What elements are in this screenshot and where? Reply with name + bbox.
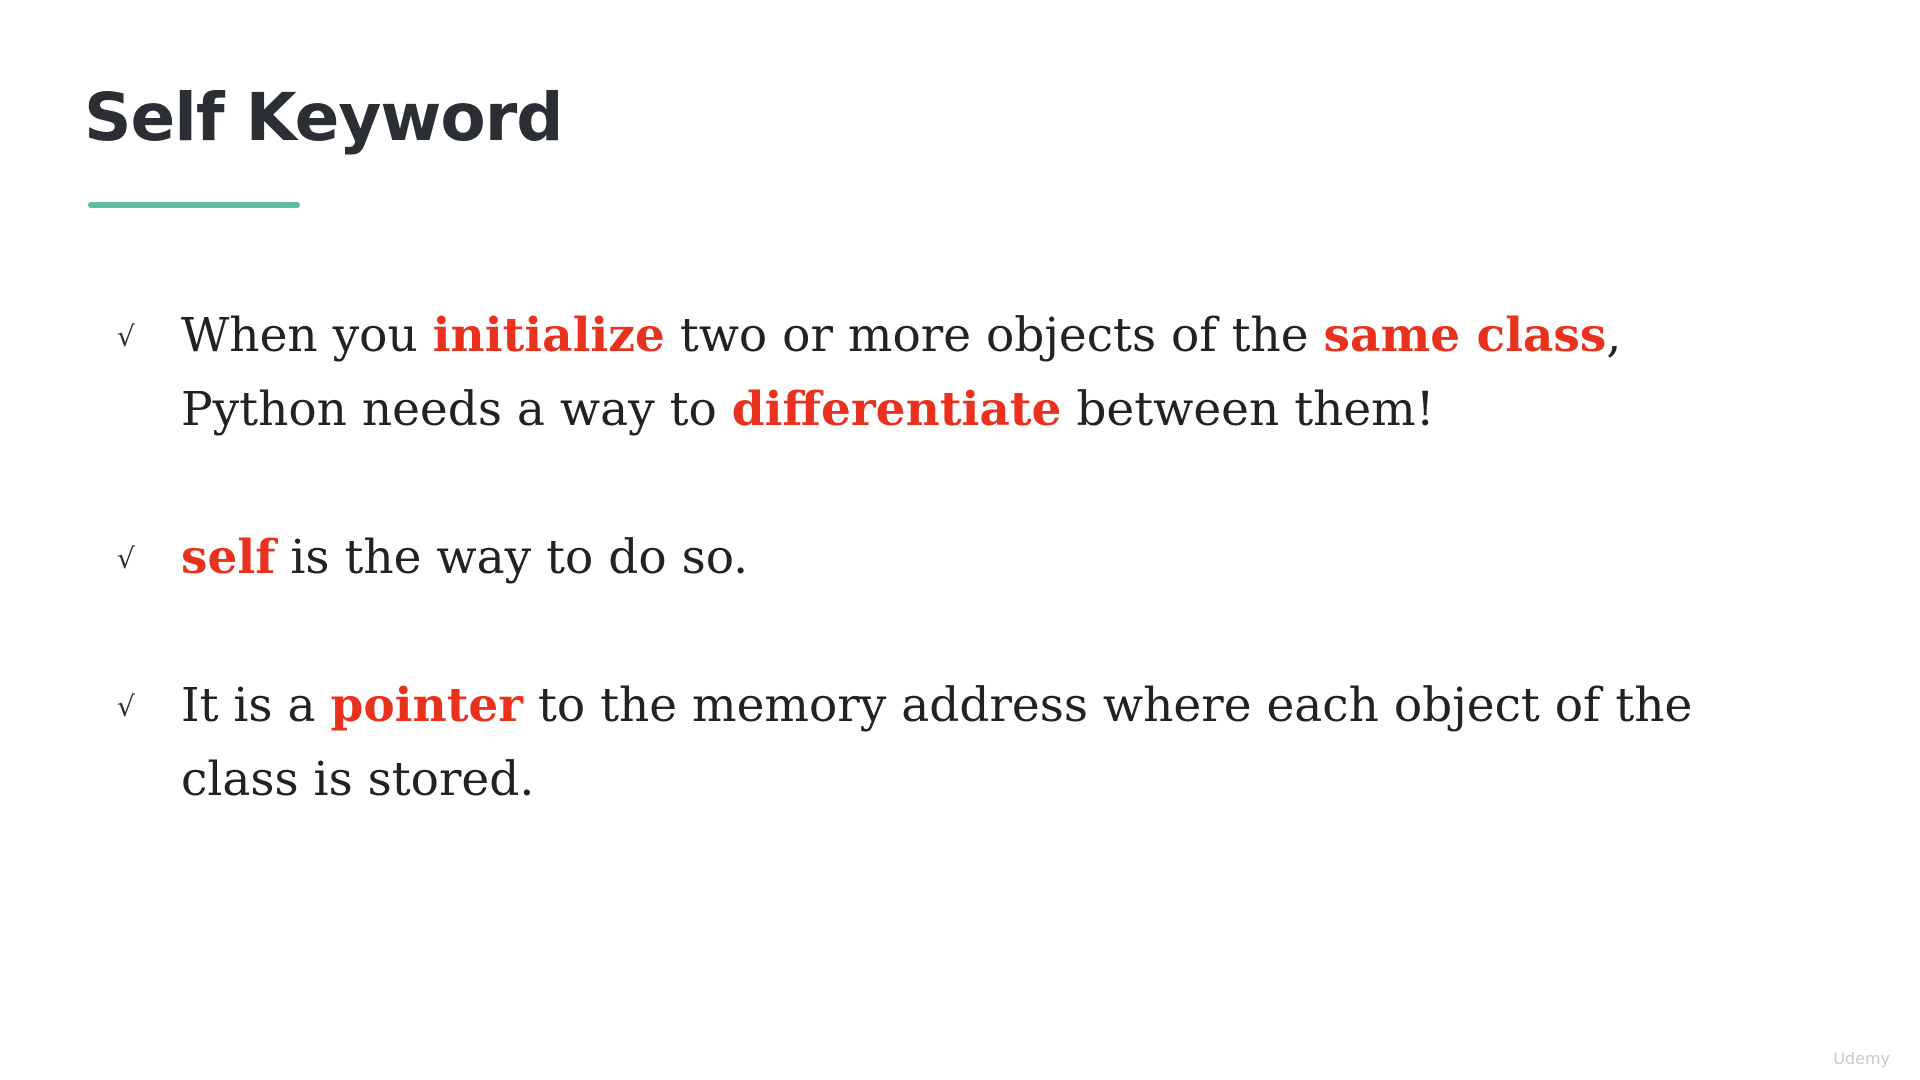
highlighted-term: differentiate	[731, 382, 1062, 437]
text-segment: between them!	[1061, 382, 1435, 437]
text-segment: two or more objects of the	[664, 308, 1324, 363]
text-segment: When you	[181, 308, 433, 363]
check-icon: √	[117, 690, 135, 723]
bullet-text-1: When you initialize two or more objects …	[181, 299, 1741, 447]
slide-title: Self Keyword	[84, 79, 563, 156]
highlighted-term: self	[181, 530, 276, 585]
bullet-text-3: It is a pointer to the memory address wh…	[181, 669, 1741, 817]
bullet-text-2: self is the way to do so.	[181, 521, 1741, 595]
highlighted-term: pointer	[330, 678, 524, 733]
highlighted-term: same class	[1323, 308, 1607, 363]
text-segment: is the way to do so.	[275, 530, 749, 585]
udemy-watermark-logo: Udemy	[1833, 1049, 1890, 1068]
text-segment: It is a	[181, 678, 331, 733]
title-underline	[88, 202, 300, 208]
check-icon: √	[117, 320, 135, 353]
check-icon: √	[117, 542, 135, 575]
highlighted-term: initialize	[432, 308, 665, 363]
